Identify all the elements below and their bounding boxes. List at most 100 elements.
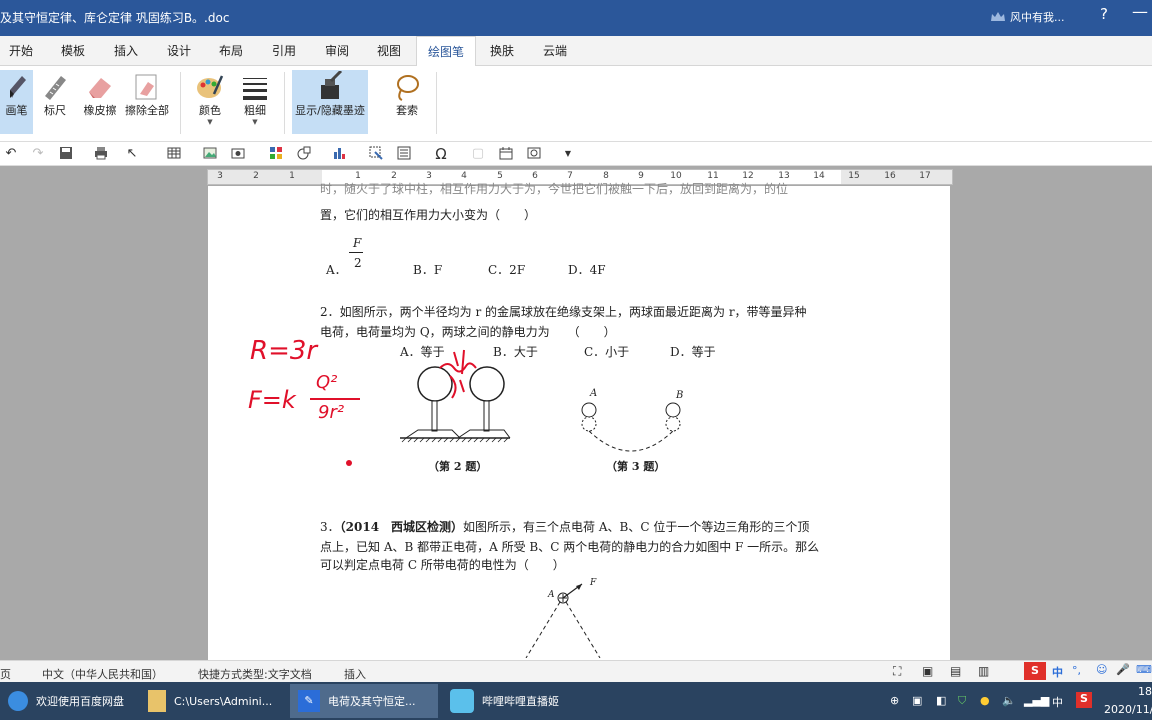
taskbar-wps-document[interactable]: ✎ 电荷及其守恒定... xyxy=(290,684,438,718)
figure3-label-b: B xyxy=(676,390,684,401)
ink-annotation-numerator: Q² xyxy=(316,372,338,393)
header-footer-icon[interactable] xyxy=(396,146,412,162)
bar-chart-icon[interactable] xyxy=(332,146,348,162)
tab-view[interactable]: 视图 xyxy=(367,36,411,66)
taskbar-bilibili-live[interactable]: 哔哩哔哩直播姬 xyxy=(442,684,582,718)
ime-emoji-icon[interactable]: ☺ xyxy=(1096,663,1107,676)
ink-annotation-force: F=k xyxy=(248,386,296,414)
tray-app-icon-4[interactable]: ● xyxy=(980,694,990,707)
redo-icon[interactable]: ↷ xyxy=(30,146,46,162)
wps-writer-icon: ✎ xyxy=(298,690,320,712)
web-view-icon[interactable]: ▥ xyxy=(978,664,989,678)
ruler-number: 16 xyxy=(884,171,896,181)
ink-annotation-radius: R=3r xyxy=(250,336,318,366)
lasso-button[interactable]: 套索 xyxy=(388,70,426,134)
help-button[interactable]: ? xyxy=(1100,5,1108,23)
taskbar-item-label: 哔哩哔哩直播姬 xyxy=(482,695,559,708)
tray-app-icon-2[interactable]: ▣ xyxy=(912,694,922,707)
screenshot-icon[interactable] xyxy=(230,146,246,162)
tray-shield-icon[interactable]: ⛉ xyxy=(958,694,966,708)
text-box-icon[interactable] xyxy=(368,146,384,162)
erase-all-icon xyxy=(135,74,157,100)
folder-icon xyxy=(148,690,166,712)
question3-line3: 可以判定点电荷 C 所带电荷的电性为（ ） xyxy=(320,558,565,572)
minimize-button[interactable]: — xyxy=(1132,2,1148,21)
tab-references[interactable]: 引用 xyxy=(262,36,306,66)
blank-page-icon[interactable]: ▢ xyxy=(470,146,486,162)
pen-label: 画笔 xyxy=(5,104,28,117)
taskbar-item-label: 欢迎使用百度网盘 xyxy=(36,695,124,708)
option-d: D．4F xyxy=(568,263,606,277)
tab-insert[interactable]: 插入 xyxy=(104,36,148,66)
ime-keyboard-icon[interactable]: ⌨ xyxy=(1136,663,1152,676)
thickness-button[interactable]: 粗细 ▼ xyxy=(236,70,274,134)
toggle-ink-label: 显示/隐藏墨迹 xyxy=(295,104,365,117)
eraser-icon xyxy=(89,78,111,98)
ink-scribble xyxy=(439,349,477,399)
chart-grid-icon[interactable] xyxy=(268,146,284,162)
status-insert-mode[interactable]: 插入 xyxy=(344,666,366,682)
color-dropdown-icon: ▼ xyxy=(207,118,213,126)
figure2-caption: （第 2 题） xyxy=(428,460,488,473)
tray-time[interactable]: 18 xyxy=(1138,685,1152,698)
tab-review[interactable]: 审阅 xyxy=(315,36,359,66)
question2-line2: 电荷，电荷量均为 Q，两球之间的静电力为 （ ） xyxy=(320,325,616,339)
print-icon[interactable] xyxy=(93,146,109,162)
figure4-label-a: A xyxy=(548,590,555,600)
focus-mode-icon[interactable]: ⛶ xyxy=(893,664,901,679)
pen-button[interactable]: 画笔 xyxy=(0,70,33,134)
taskbar-file-explorer[interactable]: C:\Users\Admini... xyxy=(140,684,286,718)
tray-app-icon-1[interactable]: ⊕ xyxy=(890,694,899,707)
tab-layout[interactable]: 布局 xyxy=(209,36,253,66)
quick-access-toolbar: ↶ ↷ ↖ Ω ▢ ▼ xyxy=(0,142,1152,166)
window-title: 及其守恒定律、库仑定律 巩固练习B。.doc xyxy=(0,11,230,25)
ime-chinese-icon[interactable]: 中 xyxy=(1052,664,1063,680)
tab-skin[interactable]: 换肤 xyxy=(480,36,524,66)
tab-design[interactable]: 设计 xyxy=(157,36,201,66)
read-mode-icon[interactable]: ▣ xyxy=(922,664,933,678)
tray-network-icon[interactable]: ▂▄▆ xyxy=(1024,694,1049,707)
tab-drawing-pen[interactable]: 绘图笔 xyxy=(416,36,476,67)
shapes-icon[interactable] xyxy=(296,146,312,162)
question1-text: 置，它们的相互作用力大小变为（ ） xyxy=(320,208,537,222)
status-language[interactable]: 中文（中华人民共和国） xyxy=(42,666,163,682)
user-name: 风中有我... xyxy=(1010,11,1065,24)
question3-line2: 点上，已知 A、B 都带正电荷，A 所受 B、C 两个电荷的静电力的合力如图中 … xyxy=(320,540,820,554)
tab-cloud[interactable]: 云端 xyxy=(533,36,577,66)
tab-templates[interactable]: 模板 xyxy=(52,36,94,66)
ime-voice-icon[interactable]: 🎤 xyxy=(1116,663,1130,676)
tray-volume-icon[interactable]: 🔈 xyxy=(1002,694,1016,707)
eraser-button[interactable]: 橡皮擦 xyxy=(80,70,120,134)
select-pointer-icon[interactable]: ↖ xyxy=(124,146,140,162)
status-page[interactable]: 页 xyxy=(0,666,11,682)
ruler-button[interactable]: 标尺 xyxy=(36,70,74,134)
toggle-ink-button[interactable]: 显示/隐藏墨迹 xyxy=(292,70,368,134)
document-page[interactable]: 时，随火于了球中柱，相互作用力大于为，今世把它们被触一下后，放回到距离为，的位 … xyxy=(208,182,950,660)
tray-date[interactable]: 2020/11/ xyxy=(1104,703,1152,716)
sogou-ime-icon[interactable]: S xyxy=(1024,662,1046,680)
tray-sogou-icon[interactable]: S xyxy=(1076,692,1092,708)
object-icon[interactable] xyxy=(526,146,542,162)
page-view-icon[interactable]: ▤ xyxy=(950,664,961,678)
fraction-bar xyxy=(349,252,363,253)
title-bar: 及其守恒定律、库仑定律 巩固练习B。.doc 风中有我... ? — xyxy=(0,0,1152,36)
calendar-icon[interactable] xyxy=(498,146,514,162)
save-icon[interactable] xyxy=(58,146,74,162)
table-icon[interactable] xyxy=(166,146,182,162)
ruler-icon xyxy=(45,76,66,100)
taskbar-item-label: 电荷及其守恒定... xyxy=(328,695,416,708)
picture-icon[interactable] xyxy=(202,146,218,162)
ink-fraction-bar xyxy=(310,398,360,400)
color-label: 颜色 xyxy=(199,104,221,117)
tray-app-icon-3[interactable]: ◧ xyxy=(936,694,946,707)
omega-symbol-icon[interactable]: Ω xyxy=(433,146,449,162)
taskbar-baidu-netdisk[interactable]: 欢迎使用百度网盘 xyxy=(0,684,138,718)
ime-punctuation-icon[interactable]: °, xyxy=(1072,664,1081,677)
customize-toolbar-icon[interactable]: ▼ xyxy=(560,146,576,162)
tab-home[interactable]: 开始 xyxy=(0,36,42,66)
user-account[interactable]: 风中有我... xyxy=(990,9,1065,25)
color-button[interactable]: 颜色 ▼ xyxy=(188,70,232,134)
tray-ime-indicator[interactable]: 中 xyxy=(1052,694,1063,710)
erase-all-button[interactable]: 擦除全部 xyxy=(122,70,172,134)
undo-icon[interactable]: ↶ xyxy=(3,146,19,162)
